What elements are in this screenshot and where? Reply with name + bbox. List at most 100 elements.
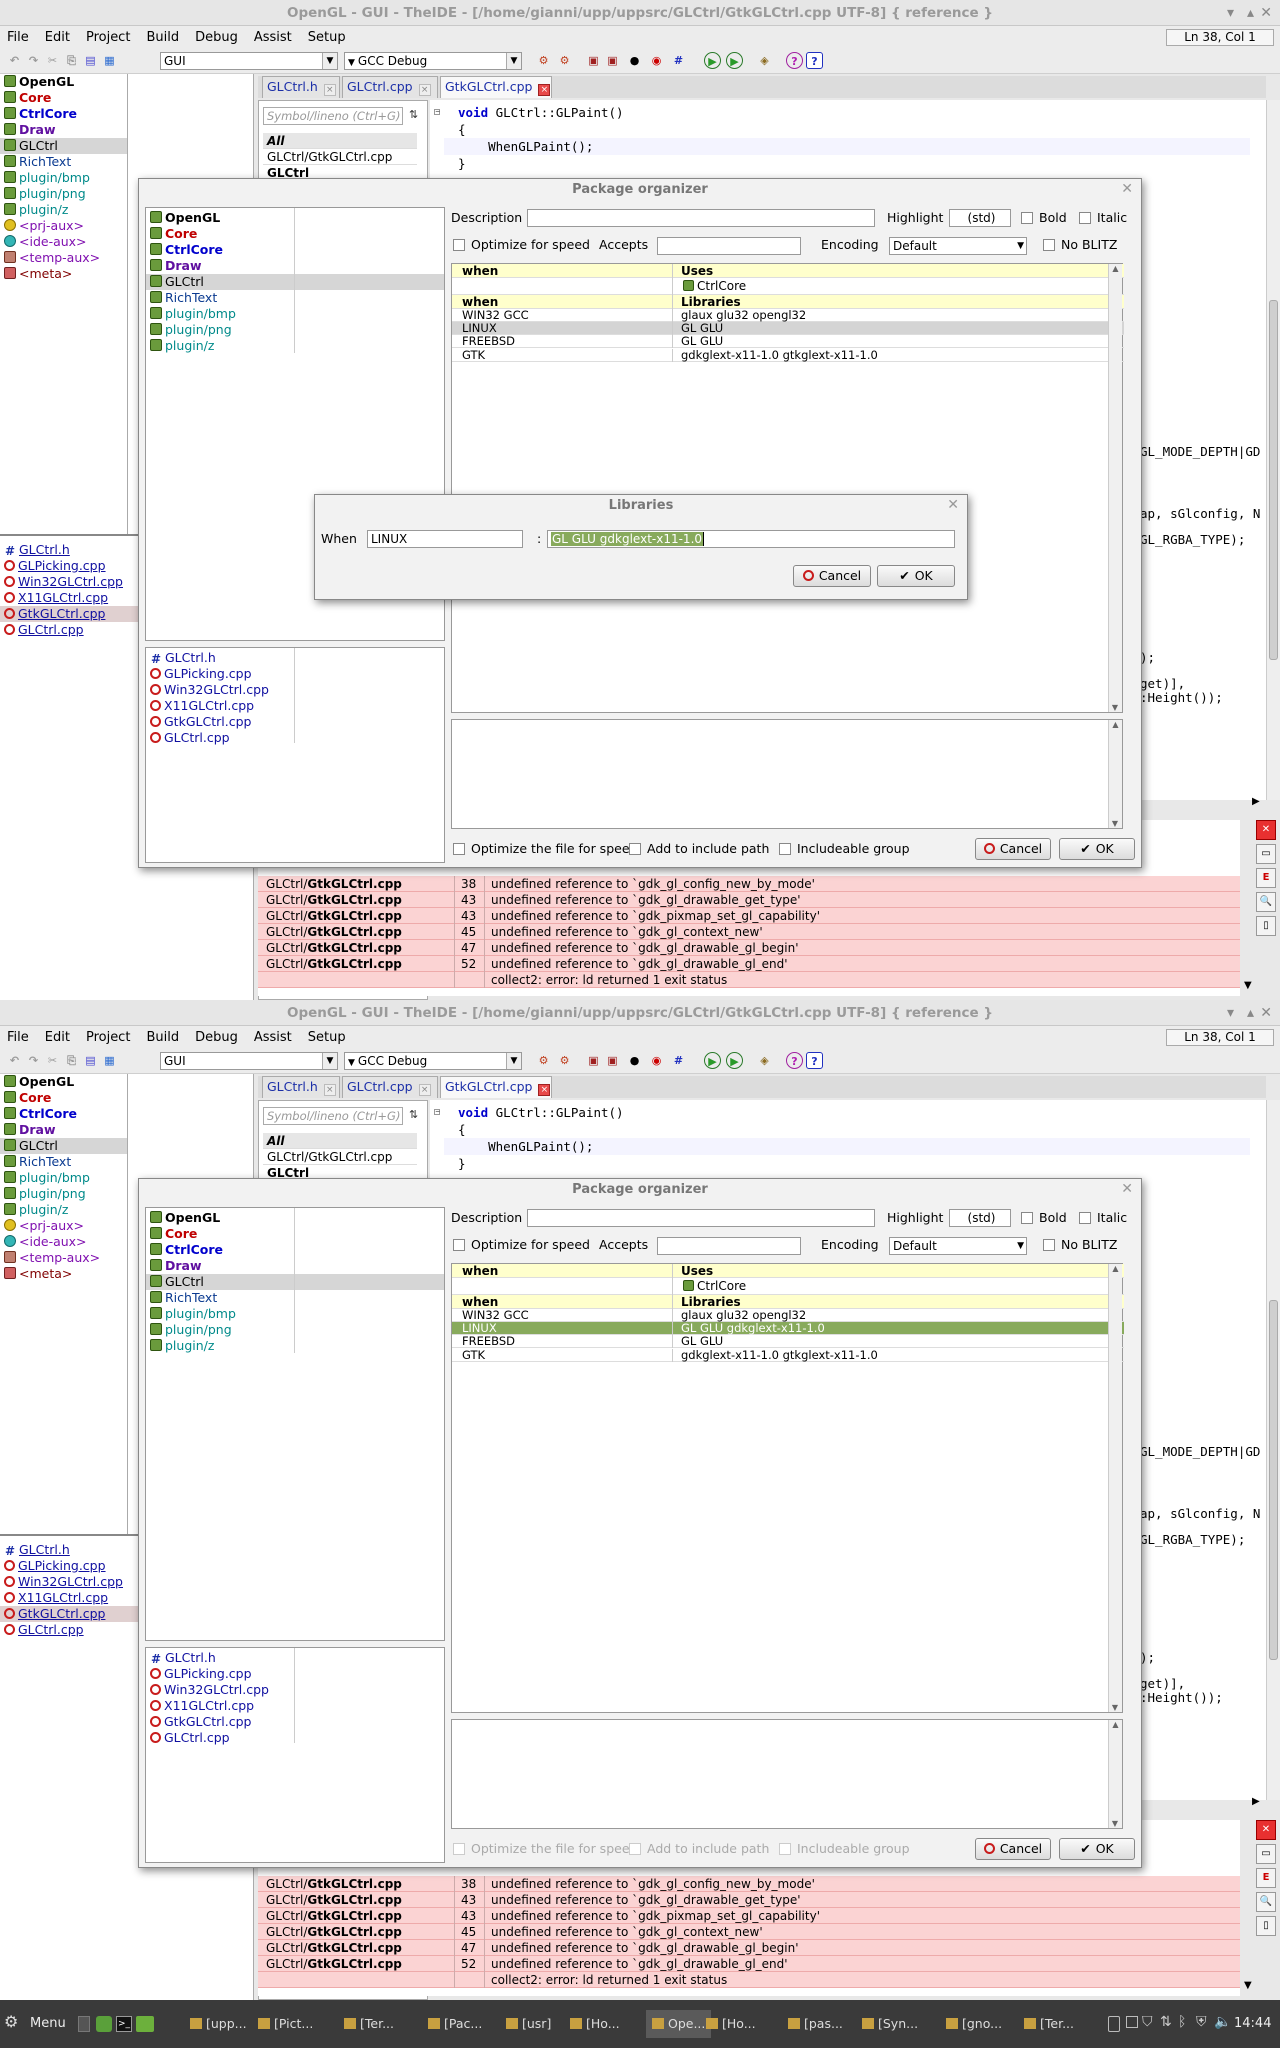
bold-checkbox[interactable] — [1021, 1212, 1033, 1224]
step-icon[interactable]: ▶ — [726, 52, 743, 69]
redo-icon[interactable]: ↷ — [25, 1052, 42, 1069]
package-item[interactable]: GLCtrl — [0, 138, 127, 154]
chevron-down-icon[interactable]: ▼ — [506, 1053, 521, 1069]
menu-edit[interactable]: Edit — [45, 30, 70, 45]
library-row[interactable]: WIN32 GCC glaux glu32 opengl32 — [452, 1309, 1124, 1322]
rebuild-icon[interactable]: ⚙ — [556, 1052, 573, 1069]
build-method-select[interactable]: ▼ GCC Debug ▼ — [344, 52, 522, 70]
package-item[interactable]: <temp-aux> — [0, 1250, 127, 1266]
package-item[interactable]: Core — [146, 226, 444, 242]
library-row[interactable]: WIN32 GCC glaux glu32 opengl32 — [452, 309, 1124, 322]
description-input[interactable] — [527, 209, 875, 227]
package-item[interactable]: GLCtrl — [146, 1274, 444, 1290]
editor-scrollbar[interactable] — [1266, 1100, 1280, 1800]
files-icon[interactable]: ▣ — [585, 1052, 602, 1069]
libraries-input[interactable]: GL GLU gdkglext-x11-1.0 — [547, 530, 955, 548]
package-item[interactable]: <meta> — [0, 1266, 127, 1282]
italic-checkbox[interactable] — [1079, 1212, 1091, 1224]
tab-gtkglctrl-cpp[interactable]: GtkGLCtrl.cpp × — [440, 1076, 552, 1098]
scroll-up-icon[interactable]: ▲ — [1109, 1264, 1122, 1273]
error-row[interactable]: GLCtrl/GtkGLCtrl.cpp 52 undefined referenc… — [258, 956, 1240, 972]
copy-icon[interactable]: ⎘ — [63, 1052, 80, 1069]
taskbar-item[interactable]: [Pict... — [258, 2010, 313, 2038]
undo-icon[interactable]: ↶ — [6, 52, 23, 69]
table-scrollbar[interactable]: ▲ ▼ — [1108, 1264, 1122, 1712]
library-row[interactable]: FREEBSD GL GLU — [452, 335, 1124, 349]
package-item[interactable]: Draw — [146, 1258, 444, 1274]
area-scrollbar[interactable]: ▲ ▼ — [1108, 1720, 1122, 1828]
library-row[interactable]: LINUX GL GLU gdkglext-x11-1.0 — [452, 1322, 1124, 1336]
find-icon[interactable]: 🔍 — [1256, 1892, 1276, 1912]
include-path-checkbox[interactable] — [629, 1843, 641, 1855]
package-item[interactable]: plugin/bmp — [0, 1170, 127, 1186]
desktop-icon[interactable] — [78, 2016, 90, 2032]
library-row[interactable]: FREEBSD GL GLU — [452, 1335, 1124, 1349]
package-item[interactable]: <ide-aux> — [0, 234, 127, 250]
volume-icon[interactable]: 🔈 — [1214, 2014, 1231, 2030]
cancel-button[interactable]: Cancel — [975, 1838, 1051, 1860]
scroll-right-icon[interactable]: ▶ — [1252, 796, 1264, 807]
document-icon[interactable]: ▦ — [101, 1052, 118, 1069]
taskbar-item[interactable]: [Ter... — [1024, 2010, 1074, 2038]
bluetooth-icon[interactable]: ᛒ — [1178, 2014, 1186, 2030]
package-item[interactable]: <prj-aux> — [0, 1218, 127, 1234]
topic-icon[interactable]: ? — [806, 52, 823, 69]
error-row[interactable]: GLCtrl/GtkGLCtrl.cpp 47 undefined referenc… — [258, 1940, 1240, 1956]
file-options-area[interactable]: ▲ ▼ — [451, 719, 1123, 829]
chevron-down-icon[interactable]: ▼ — [506, 53, 521, 69]
bold-checkbox[interactable] — [1021, 212, 1033, 224]
include-path-checkbox[interactable] — [629, 843, 641, 855]
console-icon[interactable]: ▭ — [1256, 1844, 1276, 1864]
minimize-icon[interactable]: ▾ — [1227, 4, 1234, 22]
close-tab-icon[interactable]: × — [418, 84, 431, 96]
library-row[interactable]: GTK gdkglext-x11-1.0 gtkglext-x11-1.0 — [452, 348, 1124, 362]
clipboard-icon[interactable] — [1108, 2016, 1120, 2032]
clean-icon[interactable]: ▣ — [604, 52, 621, 69]
scroll-down-icon[interactable]: ▼ — [1244, 980, 1256, 991]
taskbar-item[interactable]: [Ho... — [570, 2010, 620, 2038]
package-item[interactable]: <prj-aux> — [0, 218, 127, 234]
folder-launcher-icon[interactable] — [136, 2016, 154, 2032]
close-tab-icon[interactable]: × — [538, 1084, 551, 1096]
cancel-button[interactable]: Cancel — [975, 838, 1051, 860]
noblitz-checkbox[interactable] — [1043, 239, 1055, 251]
rebuild-icon[interactable]: ⚙ — [556, 52, 573, 69]
tab-gtkglctrl-cpp[interactable]: GtkGLCtrl.cpp × — [440, 76, 552, 98]
document-icon[interactable]: ▦ — [101, 52, 118, 69]
close-tab-icon[interactable]: × — [323, 84, 336, 96]
menu-file[interactable]: File — [7, 1030, 29, 1045]
errors-icon[interactable]: E — [1256, 1868, 1276, 1888]
help-icon[interactable]: ? — [786, 1052, 803, 1069]
taskbar-item[interactable]: [gno... — [946, 2010, 1002, 2038]
file-item[interactable]: # GLCtrl.h — [146, 650, 444, 666]
terminal-launcher-icon[interactable]: >_ — [116, 2016, 132, 2032]
italic-checkbox[interactable] — [1079, 212, 1091, 224]
scroll-right-icon[interactable]: ▶ — [1252, 1796, 1264, 1807]
optimize-file-checkbox[interactable] — [453, 1843, 465, 1855]
package-item[interactable]: Core — [146, 1226, 444, 1242]
topic-icon[interactable]: ? — [806, 1052, 823, 1069]
calc-icon[interactable]: ▯ — [1256, 1916, 1276, 1936]
package-item[interactable]: plugin/z — [0, 202, 127, 218]
optimize-checkbox[interactable] — [453, 1239, 465, 1251]
error-row[interactable]: GLCtrl/GtkGLCtrl.cpp 38 undefined referenc… — [258, 876, 1240, 892]
stop-icon[interactable]: ● — [626, 52, 643, 69]
encoding-select[interactable]: Default ▼ — [889, 1237, 1027, 1255]
file-item[interactable]: X11GLCtrl.cpp — [146, 698, 444, 714]
paste-icon[interactable]: ▤ — [82, 1052, 99, 1069]
error-row[interactable]: GLCtrl/GtkGLCtrl.cpp 45 undefined referenc… — [258, 924, 1240, 940]
scroll-up-icon[interactable]: ▲ — [1109, 720, 1122, 729]
highlight-input[interactable]: (std) — [949, 1209, 1011, 1227]
scroll-down-icon[interactable]: ▼ — [1109, 819, 1121, 828]
close-dialog-icon[interactable]: ✕ — [1121, 1181, 1133, 1197]
browse-icon[interactable]: ◈ — [756, 52, 773, 69]
build-icon[interactable]: ⚙ — [535, 1052, 552, 1069]
close-panel-icon[interactable]: ✕ — [1256, 820, 1276, 840]
console-icon[interactable]: ▭ — [1256, 844, 1276, 864]
encoding-select[interactable]: Default ▼ — [889, 237, 1027, 255]
scroll-thumb[interactable] — [1269, 1300, 1278, 1660]
package-item[interactable]: <temp-aux> — [0, 250, 127, 266]
scroll-down-icon[interactable]: ▼ — [1109, 1703, 1121, 1712]
errors-icon[interactable]: E — [1256, 868, 1276, 888]
close-window-icon[interactable]: ✕ — [1260, 1004, 1272, 1022]
